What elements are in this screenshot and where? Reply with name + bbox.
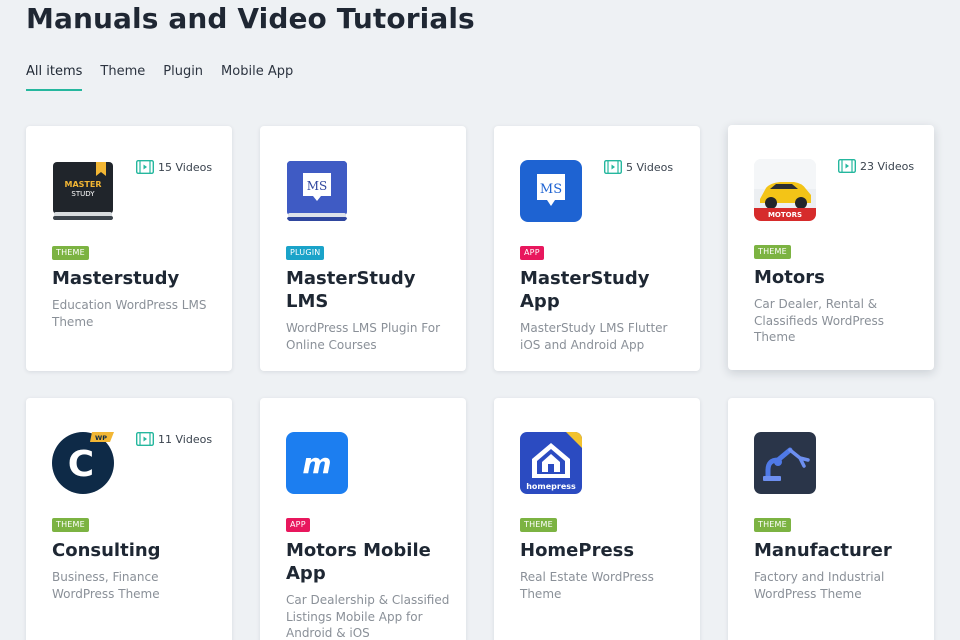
product-description: Education WordPress LMS Theme: [52, 298, 207, 329]
filter-tabs: All items Theme Plugin Mobile App: [26, 62, 311, 91]
product-name: MasterStudy LMS: [286, 268, 416, 312]
product-card-homepress[interactable]: homepress THEME HomePress Real Estate Wo…: [494, 398, 700, 640]
logo-text: MASTER: [65, 180, 102, 189]
product-description: Car Dealership & Classified Listings Mob…: [286, 593, 450, 640]
logo-text: WP: [95, 434, 107, 442]
video-count-label: 5 Videos: [626, 160, 674, 174]
logo-text: STUDY: [71, 190, 95, 198]
category-badge: THEME: [520, 518, 557, 532]
tab-plugin[interactable]: Plugin: [163, 62, 203, 91]
product-name: HomePress: [520, 540, 635, 561]
homepress-house-logo: homepress: [520, 432, 582, 494]
video-count: 23 Videos: [838, 159, 914, 173]
product-card-masterstudy-lms[interactable]: MS PLUGIN MasterStudy LMS WordPress LMS …: [260, 126, 466, 371]
product-description: Real Estate WordPress Theme: [520, 570, 654, 601]
ms-app-logo: MS: [520, 160, 582, 222]
motors-m-logo: m: [286, 432, 348, 494]
product-card-masterstudy-app[interactable]: MS 5 Videos APP MasterStudy App MasterSt…: [494, 126, 700, 371]
logo-text: homepress: [526, 482, 576, 491]
product-card-masterstudy[interactable]: MASTER STUDY 15 Videos THEME Masterstudy…: [26, 126, 232, 371]
product-card-consulting[interactable]: C WP 11 Videos THEME Consulting Business…: [26, 398, 232, 640]
video-count-label: 15 Videos: [158, 160, 213, 174]
video-count: 5 Videos: [604, 160, 673, 174]
logo-text: MS: [540, 182, 562, 197]
video-film-icon: [136, 160, 154, 174]
masterstudy-book-logo: MASTER STUDY: [52, 160, 114, 222]
product-name: Motors: [754, 267, 825, 288]
video-count-label: 23 Videos: [860, 159, 915, 173]
ms-book-logo: MS: [286, 160, 348, 222]
consulting-c-logo: C WP: [52, 432, 114, 494]
category-badge: THEME: [754, 245, 791, 259]
video-count: 15 Videos: [136, 160, 212, 174]
tab-theme[interactable]: Theme: [100, 62, 145, 91]
product-name: Masterstudy: [52, 268, 180, 289]
category-badge: THEME: [754, 518, 791, 532]
video-film-icon: [136, 432, 154, 446]
video-count-label: 11 Videos: [158, 432, 213, 446]
product-name: Manufacturer: [754, 540, 892, 561]
video-film-icon: [604, 160, 622, 174]
video-film-icon: [838, 159, 856, 173]
tab-all-items[interactable]: All items: [26, 62, 83, 91]
manufacturer-robot-arm-logo: [754, 432, 816, 494]
tab-mobile-app[interactable]: Mobile App: [221, 62, 293, 91]
category-badge: APP: [286, 518, 310, 532]
product-name: Motors Mobile App: [286, 540, 431, 584]
product-description: MasterStudy LMS Flutter iOS and Android …: [520, 321, 668, 352]
category-badge: APP: [520, 246, 544, 260]
product-description: Business, Finance WordPress Theme: [52, 570, 160, 601]
motors-car-logo: MOTORS: [754, 159, 816, 221]
category-badge: THEME: [52, 518, 89, 532]
logo-text: MS: [307, 179, 328, 193]
product-name: MasterStudy App: [520, 268, 650, 312]
product-name: Consulting: [52, 540, 161, 561]
page-title: Manuals and Video Tutorials: [26, 2, 475, 35]
product-description: Car Dealer, Rental & Classifieds WordPre…: [754, 297, 884, 344]
product-description: WordPress LMS Plugin For Online Courses: [286, 321, 441, 352]
product-card-motors-mobile-app[interactable]: m APP Motors Mobile App Car Dealership &…: [260, 398, 466, 640]
product-description: Factory and Industrial WordPress Theme: [754, 570, 885, 601]
product-card-motors[interactable]: MOTORS 23 Videos THEME Motors Car Dealer…: [728, 125, 934, 370]
logo-text: C: [68, 444, 94, 485]
logo-text: m: [302, 447, 331, 480]
video-count: 11 Videos: [136, 432, 212, 446]
logo-text: MOTORS: [768, 211, 802, 219]
product-card-manufacturer[interactable]: THEME Manufacturer Factory and Industria…: [728, 398, 934, 640]
category-badge: THEME: [52, 246, 89, 260]
category-badge: PLUGIN: [286, 246, 325, 260]
